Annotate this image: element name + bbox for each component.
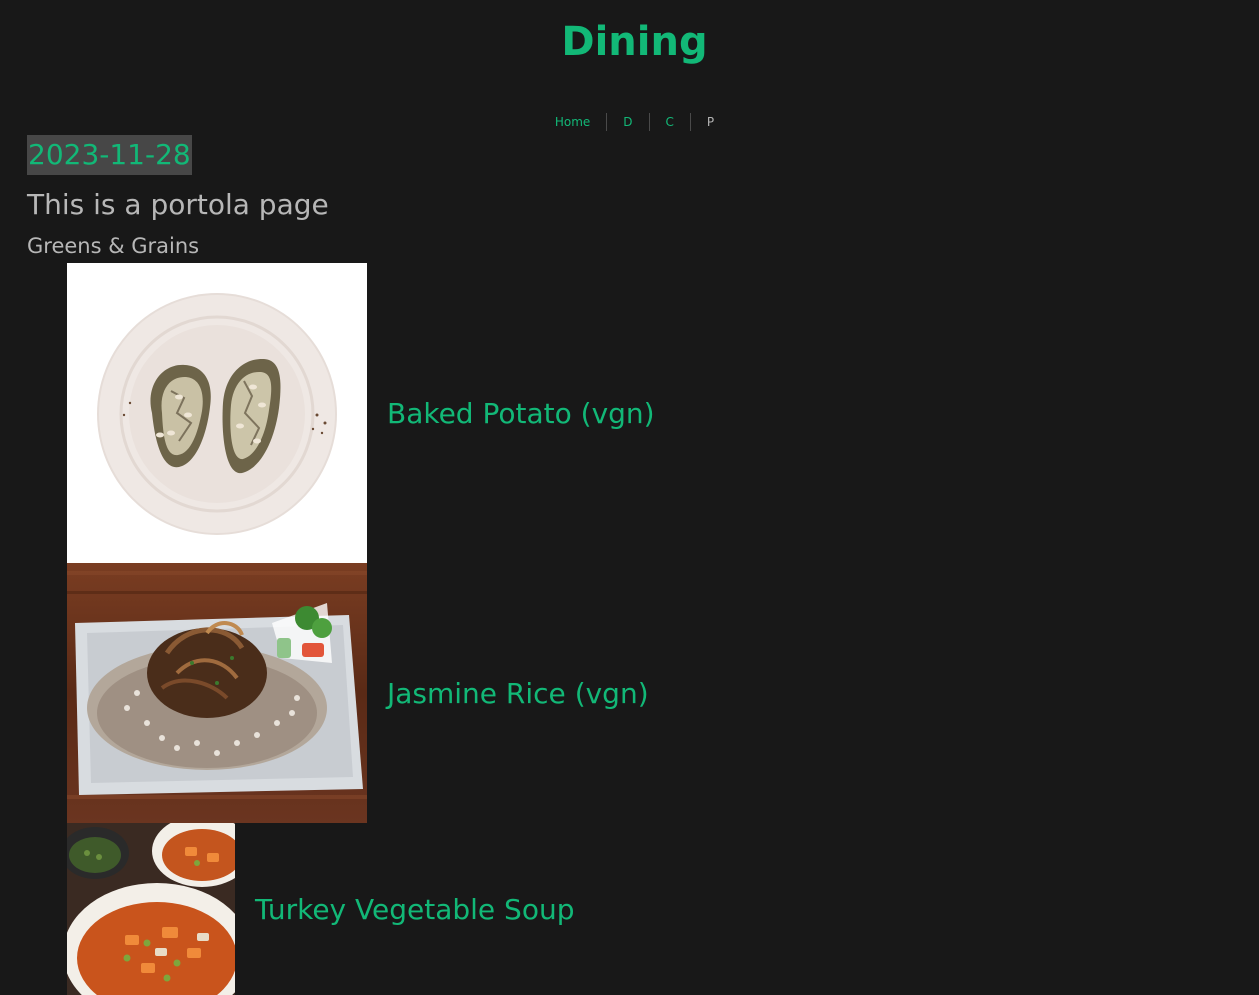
- menu-item-name[interactable]: Baked Potato (vgn): [387, 397, 655, 430]
- top-nav: Home D C P: [0, 113, 1259, 131]
- page-title: Dining: [561, 19, 708, 65]
- menu-item-baked-potato: Baked Potato (vgn): [67, 263, 655, 563]
- nav-link-c[interactable]: C: [648, 113, 690, 131]
- menu-item-turkey-vegetable-soup: Turkey Vegetable Soup: [67, 823, 574, 995]
- menu-item-name[interactable]: Jasmine Rice (vgn): [387, 677, 649, 710]
- nav-link-p[interactable]: P: [689, 113, 730, 131]
- jasmine-rice-photo: [67, 563, 367, 823]
- menu-item-name[interactable]: Turkey Vegetable Soup: [255, 893, 574, 926]
- menu-item-jasmine-rice: Jasmine Rice (vgn): [67, 563, 649, 823]
- nav-link-home[interactable]: Home: [539, 113, 606, 131]
- date-badge: 2023-11-28: [27, 135, 192, 175]
- nav-link-d[interactable]: D: [606, 113, 648, 131]
- page-subtitle: This is a portola page: [27, 188, 329, 221]
- turkey-vegetable-soup-photo: [67, 823, 235, 995]
- baked-potato-photo: [67, 263, 367, 563]
- category-heading: Greens & Grains: [27, 234, 200, 258]
